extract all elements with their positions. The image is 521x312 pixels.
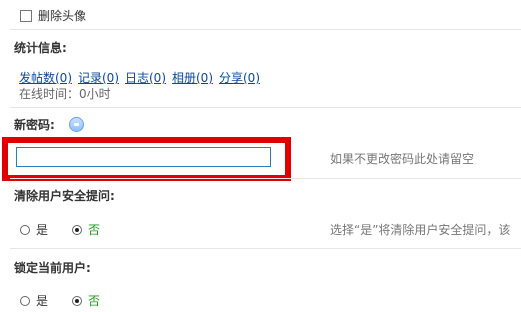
delete-avatar-checkbox[interactable]	[20, 10, 32, 22]
clear-security-no-radio[interactable]	[72, 224, 83, 235]
lock-user-no-label: 否	[88, 294, 101, 308]
divider	[10, 107, 521, 108]
divider	[10, 178, 521, 179]
clear-security-yes-label: 是	[36, 223, 49, 237]
albums-link[interactable]: 相册(0)	[172, 69, 213, 86]
clear-security-no-label: 否	[88, 223, 101, 237]
stats-title: 统计信息:	[14, 41, 67, 55]
shares-link[interactable]: 分享(0)	[219, 69, 260, 86]
new-password-title: 新密码:	[14, 118, 55, 132]
divider	[10, 248, 521, 249]
logs-link[interactable]: 日志(0)	[125, 69, 166, 86]
new-password-input[interactable]	[16, 147, 271, 167]
clear-security-hint: 选择“是”将清除用户安全提问，该	[330, 223, 511, 237]
stats-links: 发帖数(0) 记录(0) 日志(0) 相册(0) 分享(0)	[19, 69, 260, 86]
posts-count-link[interactable]: 发帖数(0)	[19, 69, 72, 86]
lock-user-options: 是 否	[20, 292, 100, 309]
clear-security-options: 是 否	[20, 221, 100, 238]
lock-user-yes-radio[interactable]	[20, 295, 30, 306]
clear-security-title: 清除用户安全提问:	[14, 189, 115, 203]
online-time: 在线时间：0小时	[19, 87, 111, 101]
lock-user-no-radio[interactable]	[72, 295, 83, 306]
clear-security-yes-radio[interactable]	[20, 224, 30, 235]
new-password-hint: 如果不更改密码此处请留空	[330, 152, 475, 166]
divider	[10, 29, 521, 30]
lock-user-title: 锁定当前用户:	[14, 261, 91, 275]
help-icon[interactable]	[69, 117, 84, 132]
delete-avatar-label: 删除头像	[38, 9, 87, 23]
lock-user-yes-label: 是	[36, 294, 49, 308]
records-link[interactable]: 记录(0)	[78, 69, 119, 86]
